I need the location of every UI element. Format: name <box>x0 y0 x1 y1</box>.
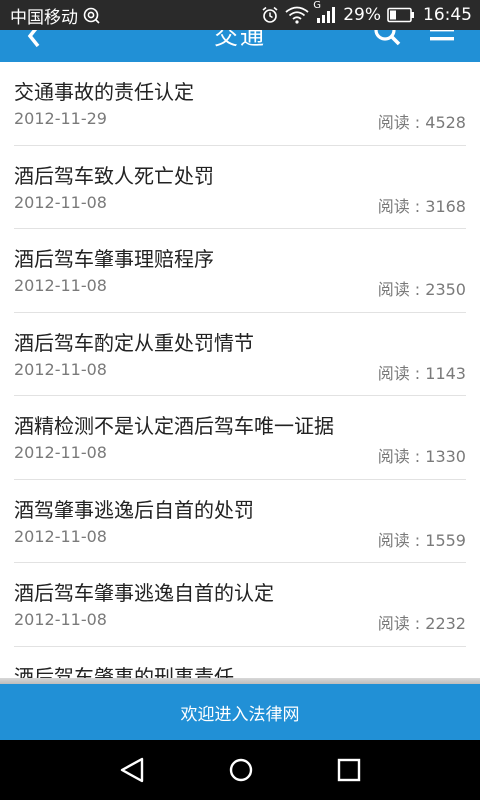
clock: 16:45 <box>423 5 472 25</box>
list-item[interactable]: 交通事故的责任认定 2012-11-29 阅读 : 4528 <box>14 62 466 146</box>
location-icon <box>82 6 100 24</box>
list-item[interactable]: 酒后驾车致人死亡处罚 2012-11-08 阅读 : 3168 <box>14 146 466 229</box>
article-read-count: 阅读 : 1330 <box>377 447 466 466</box>
page-title: 交通 <box>214 30 266 50</box>
nav-home-icon[interactable] <box>226 756 256 788</box>
menu-icon[interactable] <box>428 30 456 54</box>
system-nav-bar <box>0 740 480 800</box>
article-list: 交通事故的责任认定 2012-11-29 阅读 : 4528 酒后驾车致人死亡处… <box>0 62 480 680</box>
app-header: 交通 <box>0 30 480 62</box>
status-left: 中国移动 <box>10 3 100 28</box>
article-title: 酒精检测不是认定酒后驾车唯一证据 <box>14 414 334 438</box>
welcome-banner-text: 欢迎进入法律网 <box>180 704 300 725</box>
article-date: 2012-11-08 <box>14 443 107 462</box>
list-item[interactable]: 酒后驾车肇事的刑事责任 <box>14 647 466 681</box>
list-item[interactable]: 酒驾肇事逃逸后自首的处罚 2012-11-08 阅读 : 1559 <box>14 480 466 563</box>
article-read-count: 阅读 : 4528 <box>377 113 466 132</box>
article-date: 2012-11-08 <box>14 526 107 546</box>
nav-back-icon[interactable] <box>118 756 148 788</box>
alarm-icon <box>261 6 279 24</box>
list-item[interactable]: 酒后驾车肇事理赔程序 2012-11-08 阅读 : 2350 <box>14 229 466 313</box>
article-read-count: 阅读 : 1143 <box>377 363 466 383</box>
carrier-name: 中国移动 <box>10 7 78 28</box>
article-title: 酒后驾车酌定从重处罚情节 <box>14 330 254 355</box>
status-bar: 中国移动 G 29% 16:45 <box>0 0 480 30</box>
article-read-count: 阅读 : 3168 <box>377 196 466 216</box>
battery-percent: 29% <box>343 5 381 25</box>
article-title: 酒后驾车肇事理赔程序 <box>14 247 214 271</box>
list-item[interactable]: 酒后驾车肇事逃逸自首的认定 2012-11-08 阅读 : 2232 <box>14 563 466 647</box>
list-item[interactable]: 酒精检测不是认定酒后驾车唯一证据 2012-11-08 阅读 : 1330 <box>14 396 466 480</box>
article-title: 酒后驾车致人死亡处罚 <box>14 163 214 188</box>
wifi-icon <box>285 6 309 24</box>
article-date: 2012-11-29 <box>14 109 107 128</box>
article-title: 酒后驾车肇事逃逸自首的认定 <box>14 581 274 605</box>
article-date: 2012-11-08 <box>14 610 107 629</box>
list-item[interactable]: 酒后驾车酌定从重处罚情节 2012-11-08 阅读 : 1143 <box>14 313 466 396</box>
welcome-banner[interactable]: 欢迎进入法律网 <box>0 684 480 740</box>
article-date: 2012-11-08 <box>14 359 107 379</box>
nav-recent-icon[interactable] <box>334 756 364 788</box>
article-read-count: 阅读 : 2232 <box>377 614 466 633</box>
signal-icon: G <box>313 0 337 24</box>
article-date: 2012-11-08 <box>14 276 107 295</box>
search-icon[interactable] <box>372 30 402 54</box>
status-right: G 29% 16:45 <box>261 0 472 25</box>
article-title: 交通事故的责任认定 <box>14 80 194 104</box>
article-date: 2012-11-08 <box>14 192 107 212</box>
network-type: G <box>313 0 321 11</box>
battery-icon <box>387 7 415 23</box>
article-title: 酒驾肇事逃逸后自首的处罚 <box>14 497 254 522</box>
article-read-count: 阅读 : 2350 <box>377 280 466 299</box>
article-read-count: 阅读 : 1559 <box>377 530 466 550</box>
